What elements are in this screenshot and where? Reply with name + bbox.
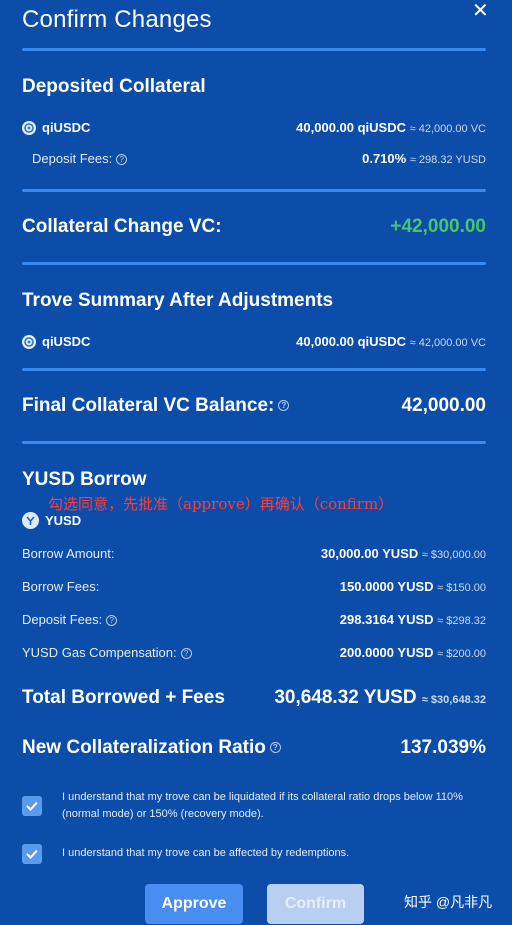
trove-token-name: qiUSDC [42, 334, 91, 349]
borrow-deposit-fees-label-group: Deposit Fees:? [22, 612, 118, 627]
close-icon[interactable]: ✕ [472, 0, 489, 23]
collateral-change-row: Collateral Change VC: +42,000.00 [22, 216, 486, 238]
liquidation-checkbox-label[interactable]: I understand that my trove can be liquid… [62, 789, 482, 823]
borrow-fees-value: 150.0000 YUSD [339, 579, 434, 594]
trove-token-row: qiUSDC 40,000.00 qiUSDC ≈ 42,000.00 VC [22, 334, 486, 349]
divider [22, 262, 486, 265]
deposited-collateral-heading: Deposited Collateral [22, 76, 206, 97]
total-label: Total Borrowed + Fees [22, 687, 225, 708]
yusd-token: YUSD [22, 512, 81, 529]
help-icon[interactable]: ? [180, 648, 192, 660]
checkmark-icon [26, 801, 38, 811]
borrow-amount-group: 30,000.00 YUSD ≈ $30,000.00 [321, 546, 486, 561]
checkmark-icon [26, 849, 38, 859]
trove-amount: 40,000.00 qiUSDC [296, 334, 406, 349]
total-row: Total Borrowed + Fees 30,648.32 YUSD ≈ $… [22, 687, 486, 709]
ratio-label-group: New Collateralization Ratio? [22, 737, 281, 759]
borrow-row: Borrow Fees: 150.0000 YUSD ≈ $150.00 [22, 579, 486, 594]
confirm-changes-modal: Confirm Changes ✕ Deposited Collateral q… [0, 0, 512, 925]
collateral-change-value: +42,000.00 [390, 216, 486, 237]
redemption-checkbox-label[interactable]: I understand that my trove can be affect… [62, 845, 482, 862]
yusd-token-row: YUSD [22, 512, 486, 529]
divider [22, 48, 486, 51]
trove-summary-heading: Trove Summary After Adjustments [22, 290, 334, 311]
divider [22, 368, 486, 371]
total-value-group: 30,648.32 YUSD ≈ $30,648.32 [274, 687, 486, 709]
gas-comp-label-group: YUSD Gas Compensation:? [22, 645, 192, 660]
trove-amount-approx: ≈ 42,000.00 VC [409, 337, 486, 349]
gas-comp-group: 200.0000 YUSD ≈ $200.00 [340, 645, 486, 660]
final-balance-row: Final Collateral VC Balance:? 42,000.00 [22, 395, 486, 417]
help-icon[interactable]: ? [278, 400, 290, 412]
collateral-change-label: Collateral Change VC: [22, 216, 222, 237]
final-balance-label-group: Final Collateral VC Balance:? [22, 395, 290, 417]
borrow-fees-group: 150.0000 YUSD ≈ $150.00 [340, 579, 486, 594]
annotation-text: 勾选同意，先批准（approve）再确认（confirm） [48, 495, 394, 513]
borrow-row: YUSD Gas Compensation:? 200.0000 YUSD ≈ … [22, 645, 486, 660]
divider [22, 189, 486, 192]
deposited-amount-group: 40,000.00 qiUSDC ≈ 42,000.00 VC [296, 120, 486, 135]
confirm-button[interactable]: Confirm [267, 884, 364, 924]
ratio-row: New Collateralization Ratio? 137.039% [22, 737, 486, 759]
ratio-value: 137.039% [400, 737, 486, 758]
borrow-fees-label: Borrow Fees: [22, 579, 100, 594]
liquidation-checkbox[interactable] [22, 796, 42, 816]
borrow-amount-value: 30,000.00 YUSD [320, 546, 419, 561]
divider [22, 441, 486, 444]
deposited-token-row: qiUSDC 40,000.00 qiUSDC ≈ 42,000.00 VC [22, 120, 486, 135]
borrow-amount-approx: ≈ $30,000.00 [421, 549, 486, 561]
trove-token: qiUSDC [22, 334, 90, 349]
yusd-token-name: YUSD [45, 513, 82, 528]
watermark: 知乎 @凡非凡 [404, 894, 493, 910]
deposited-token: qiUSDC [22, 120, 90, 135]
ratio-label: New Collateralization Ratio [22, 737, 266, 758]
total-value: 30,648.32 YUSD [274, 687, 417, 708]
deposit-fee-approx: ≈ 298.32 YUSD [409, 154, 486, 166]
gas-comp-value: 200.0000 YUSD [339, 645, 434, 660]
borrow-deposit-fees-label: Deposit Fees: [22, 612, 103, 627]
redemption-checkbox[interactable] [22, 844, 42, 864]
final-balance-value: 42,000.00 [401, 395, 486, 416]
yusd-token-icon [22, 512, 39, 529]
borrow-row: Deposit Fees:? 298.3164 YUSD ≈ $298.32 [22, 612, 486, 627]
final-balance-label: Final Collateral VC Balance: [22, 395, 275, 416]
borrow-deposit-fees-approx: ≈ $298.32 [437, 615, 486, 627]
borrow-fees-approx: ≈ $150.00 [437, 582, 486, 594]
deposit-fee-value-group: 0.710% ≈ 298.32 YUSD [362, 151, 486, 166]
approve-button[interactable]: Approve [145, 884, 243, 924]
deposited-amount: 40,000.00 qiUSDC [296, 120, 406, 135]
trove-amount-group: 40,000.00 qiUSDC ≈ 42,000.00 VC [296, 334, 486, 349]
qiusdc-token-icon [22, 120, 36, 135]
help-icon[interactable]: ? [106, 615, 118, 627]
gas-comp-approx: ≈ $200.00 [437, 648, 486, 660]
deposit-fee-value: 0.710% [362, 151, 407, 166]
help-icon[interactable]: ? [116, 154, 128, 166]
help-icon[interactable]: ? [269, 742, 281, 754]
borrow-amount-label: Borrow Amount: [22, 546, 115, 561]
yusd-borrow-heading: YUSD Borrow [22, 469, 147, 490]
borrow-row: Borrow Amount: 30,000.00 YUSD ≈ $30,000.… [22, 546, 486, 561]
gas-comp-label: YUSD Gas Compensation: [22, 645, 177, 660]
deposit-fee-label: Deposit Fees: [32, 151, 113, 166]
deposited-amount-approx: ≈ 42,000.00 VC [409, 123, 486, 135]
qiusdc-token-icon [22, 334, 36, 349]
deposit-fees-row: Deposit Fees:? 0.710% ≈ 298.32 YUSD [32, 151, 486, 166]
deposit-fee-label-group: Deposit Fees:? [32, 151, 128, 166]
borrow-deposit-fees-group: 298.3164 YUSD ≈ $298.32 [340, 612, 486, 627]
borrow-deposit-fees-value: 298.3164 YUSD [339, 612, 434, 627]
total-approx: ≈ $30,648.32 [421, 694, 486, 706]
modal-title: Confirm Changes [22, 6, 212, 33]
deposited-token-name: qiUSDC [42, 120, 91, 135]
